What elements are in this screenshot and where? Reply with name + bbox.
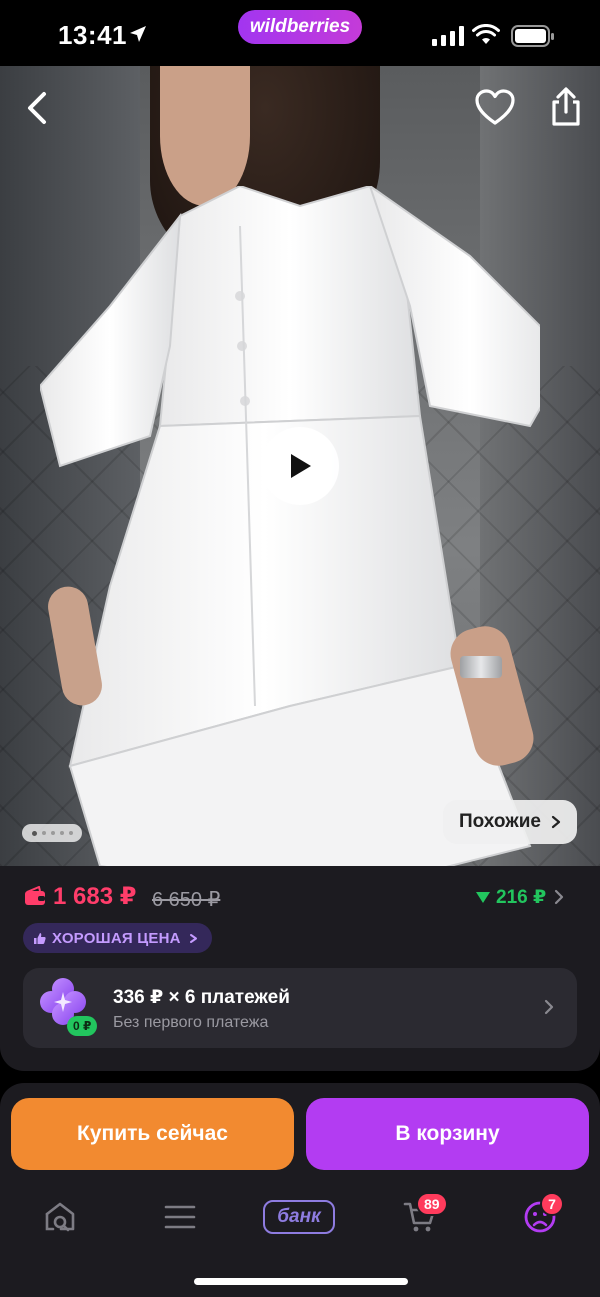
- add-to-cart-button[interactable]: В корзину: [306, 1098, 589, 1170]
- profile-notification-badge: 7: [540, 1192, 564, 1216]
- wifi-icon: [472, 24, 500, 44]
- play-icon: [291, 454, 311, 478]
- chevron-right-icon: [189, 933, 197, 943]
- cashback-value: 216 ₽: [496, 887, 547, 908]
- cashback-amount[interactable]: 216 ₽: [476, 886, 546, 909]
- model-face: [160, 66, 250, 206]
- heart-icon: [475, 89, 515, 125]
- buy-now-button[interactable]: Купить сейчас: [11, 1098, 294, 1170]
- home-indicator[interactable]: [194, 1278, 408, 1285]
- pagination-dot: [59, 831, 64, 835]
- battery-icon: [511, 25, 554, 47]
- tab-home[interactable]: [40, 1192, 80, 1242]
- down-triangle-icon: [476, 892, 490, 903]
- similar-label: Похожие: [459, 811, 541, 832]
- chevron-right-icon: [551, 815, 561, 829]
- wallet-icon: [25, 886, 45, 905]
- menu-icon: [164, 1205, 196, 1229]
- chevron-right-icon: [544, 999, 554, 1015]
- installment-subtitle: Без первого платежа: [113, 1014, 269, 1031]
- installment-card[interactable]: 0 ₽ 336 ₽ × 6 платежей Без первого плате…: [23, 968, 577, 1048]
- back-arrow-icon: [28, 92, 46, 124]
- bank-label: банк: [263, 1200, 335, 1234]
- badge-label: ХОРОШАЯ ЦЕНА: [52, 929, 181, 947]
- good-price-badge[interactable]: ХОРОШАЯ ЦЕНА: [23, 923, 212, 953]
- zero-payment-badge: 0 ₽: [67, 1016, 98, 1036]
- location-arrow-icon: [130, 26, 146, 42]
- old-price: 6 650 ₽: [152, 889, 221, 911]
- brand-logo[interactable]: wildberries: [238, 10, 362, 44]
- favorite-button[interactable]: [474, 88, 516, 128]
- model-watch: [460, 656, 502, 678]
- home-search-icon: [45, 1202, 75, 1232]
- share-button[interactable]: [546, 86, 586, 128]
- gallery-pagination[interactable]: [22, 824, 82, 842]
- cellular-signal-icon: [432, 26, 464, 46]
- thumbs-up-icon: [34, 932, 46, 944]
- similar-products-button[interactable]: Похожие: [443, 800, 577, 844]
- tab-bank[interactable]: банк: [262, 1192, 336, 1242]
- share-icon: [552, 87, 580, 126]
- installment-title: 336 ₽ × 6 платежей: [113, 987, 290, 1008]
- pagination-dot: [41, 831, 46, 835]
- cart-count-badge: 89: [416, 1192, 448, 1216]
- pagination-dot: [68, 831, 73, 835]
- product-dress-image: [40, 186, 540, 866]
- pagination-dot: [31, 830, 37, 836]
- current-price: 1 683 ₽: [53, 883, 137, 910]
- status-bar: 13:41 wildberries: [0, 0, 600, 66]
- back-button[interactable]: [20, 86, 54, 130]
- play-video-button[interactable]: [261, 427, 339, 505]
- tab-catalog[interactable]: [160, 1192, 200, 1242]
- pagination-dot: [50, 831, 55, 835]
- clock: 13:41: [58, 20, 127, 50]
- chevron-right-icon[interactable]: [554, 889, 564, 905]
